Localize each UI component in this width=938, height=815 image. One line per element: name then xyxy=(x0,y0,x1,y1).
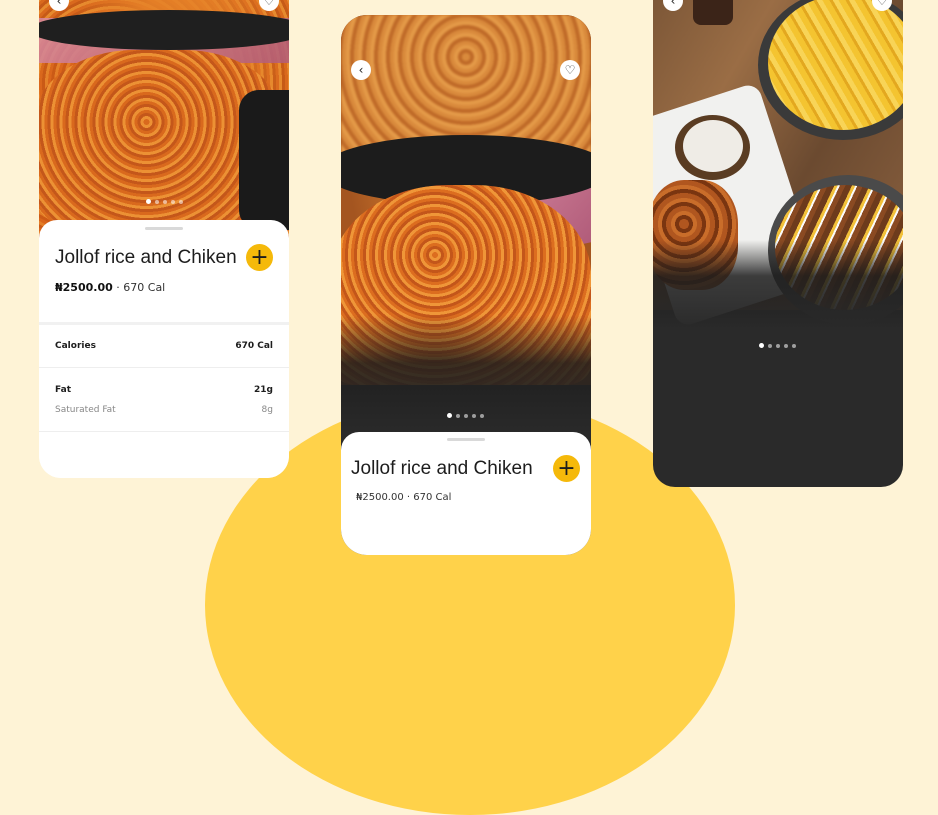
carousel-dot[interactable] xyxy=(472,413,476,418)
back-icon[interactable]: ‹ xyxy=(351,60,371,80)
carousel-dot[interactable] xyxy=(480,413,484,418)
carousel-dots xyxy=(447,413,484,418)
section-divider xyxy=(39,322,289,325)
carousel-dot[interactable] xyxy=(179,199,183,204)
phone-left: ‹ ♡ Jollof rice and Chiken + ₦2500.00 · … xyxy=(39,0,289,478)
product-price: ₦2500.00 xyxy=(356,492,404,503)
phone-center: ‹ ♡ Jollof rice and Chiken + ₦2500.00 · … xyxy=(341,15,591,555)
calories-value: 670 Cal xyxy=(235,341,273,351)
chicken-blur xyxy=(341,15,591,155)
dip-sauce xyxy=(683,120,743,172)
carousel-dot[interactable] xyxy=(759,343,764,348)
price-line: ₦2500.00 · 670 Cal xyxy=(356,492,451,503)
separator: · xyxy=(406,492,411,503)
bowl-side xyxy=(239,90,289,230)
drink-glass xyxy=(693,0,733,25)
product-title: Jollof rice and Chiken xyxy=(55,247,237,268)
row-divider xyxy=(39,367,289,368)
carousel-dot[interactable] xyxy=(146,199,151,204)
saturated-fat-label: Saturated Fat xyxy=(55,405,116,415)
product-price: ₦2500.00 xyxy=(55,281,113,294)
details-sheet: Jollof rice and Chiken + ₦2500.00 · 670 … xyxy=(39,220,289,478)
separator: · xyxy=(116,281,120,294)
favorite-icon[interactable]: ♡ xyxy=(560,60,580,80)
calories-label: Calories xyxy=(55,341,96,351)
carousel-dots xyxy=(146,199,183,204)
carousel-dot[interactable] xyxy=(171,199,175,204)
price-line: ₦2500.00 · 670 Cal xyxy=(55,281,165,294)
carousel-dot[interactable] xyxy=(155,199,159,204)
carousel-dot[interactable] xyxy=(447,413,452,418)
row-divider xyxy=(39,431,289,432)
fat-value: 21g xyxy=(254,385,273,395)
bowl-rim xyxy=(39,10,289,50)
add-to-cart-button[interactable]: + xyxy=(553,455,580,482)
saturated-fat-value: 8g xyxy=(261,405,273,415)
phone-right: ‹ ♡ xyxy=(653,0,903,487)
carousel-dot[interactable] xyxy=(163,199,167,204)
add-to-cart-button[interactable]: + xyxy=(246,244,273,271)
product-calories: 670 Cal xyxy=(123,281,166,294)
carousel-dot[interactable] xyxy=(784,343,788,348)
carousel-dots xyxy=(759,343,796,348)
sheet-handle[interactable] xyxy=(447,438,485,441)
carousel-dot[interactable] xyxy=(456,413,460,418)
carousel-dot[interactable] xyxy=(792,343,796,348)
carousel-dot[interactable] xyxy=(776,343,780,348)
carousel-dot[interactable] xyxy=(768,343,772,348)
image-fade xyxy=(653,240,903,330)
fat-label: Fat xyxy=(55,385,71,395)
product-title: Jollof rice and Chiken xyxy=(351,458,533,479)
carousel-dot[interactable] xyxy=(464,413,468,418)
product-calories: 670 Cal xyxy=(413,492,452,503)
details-sheet: Jollof rice and Chiken + ₦2500.00 · 670 … xyxy=(341,432,591,555)
sheet-handle[interactable] xyxy=(145,227,183,230)
food-image-left xyxy=(39,0,289,240)
